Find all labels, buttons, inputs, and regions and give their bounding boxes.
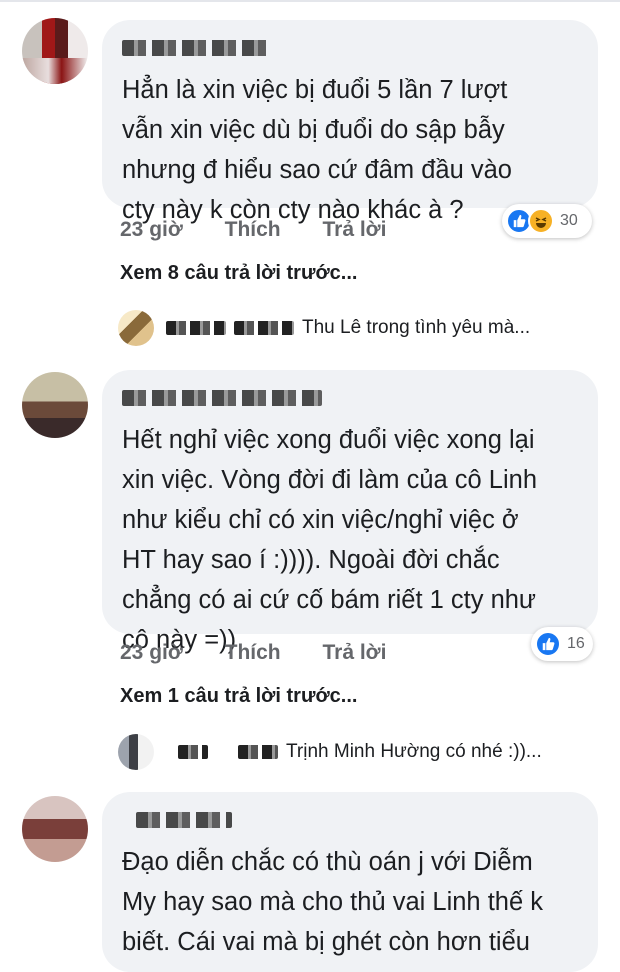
reply-preview[interactable]: Trịnh Minh Hường có nhé :))... bbox=[118, 734, 542, 770]
reaction-count: 30 bbox=[560, 212, 578, 229]
reaction-summary[interactable]: 30 bbox=[502, 204, 592, 238]
reply-preview-text: Trịnh Minh Hường có nhé :))... bbox=[286, 741, 542, 762]
reply-button[interactable]: Trả lời bbox=[322, 218, 386, 241]
haha-icon bbox=[528, 208, 554, 234]
like-button[interactable]: Thích bbox=[225, 218, 281, 241]
reaction-summary[interactable]: 16 bbox=[531, 627, 593, 661]
reply-preview-text: Thu Lê trong tình yêu mà... bbox=[302, 317, 531, 338]
comment-time[interactable]: 23 giờ bbox=[120, 641, 183, 664]
replier-name-blurred[interactable] bbox=[166, 321, 226, 335]
comment-text: Đạo diễn chắc có thù oán j với Diễm My h… bbox=[122, 848, 543, 956]
view-previous-replies[interactable]: Xem 1 câu trả lời trước... bbox=[120, 685, 357, 708]
commenter-name-blurred[interactable] bbox=[122, 390, 322, 406]
commenter-avatar[interactable] bbox=[22, 18, 88, 84]
like-icon bbox=[535, 631, 561, 657]
view-previous-replies[interactable]: Xem 8 câu trả lời trước... bbox=[120, 262, 357, 285]
replier-name-blurred bbox=[234, 321, 294, 335]
commenter-name-blurred[interactable] bbox=[122, 40, 270, 56]
like-button[interactable]: Thích bbox=[225, 641, 281, 664]
replier-avatar[interactable] bbox=[118, 734, 154, 770]
reply-button[interactable]: Trả lời bbox=[322, 641, 386, 664]
replier-name-blurred bbox=[238, 745, 278, 759]
reaction-count: 16 bbox=[567, 635, 585, 652]
top-divider bbox=[0, 0, 620, 2]
comment-actions: 23 giờ Thích Trả lời bbox=[120, 641, 422, 665]
commenter-avatar[interactable] bbox=[22, 372, 88, 438]
replier-avatar[interactable] bbox=[118, 310, 154, 346]
comment-bubble: Hết nghỉ việc xong đuổi việc xong lại xi… bbox=[102, 370, 598, 654]
reply-preview[interactable]: Thu Lê trong tình yêu mà... bbox=[118, 310, 530, 346]
replier-name-blurred[interactable] bbox=[178, 745, 208, 759]
commenter-name-blurred[interactable] bbox=[136, 812, 232, 828]
comment-text: Hết nghỉ việc xong đuổi việc xong lại xi… bbox=[122, 426, 538, 654]
comment-actions: 23 giờ Thích Trả lời bbox=[120, 218, 422, 242]
comment-bubble: Hẳn là xin việc bị đuổi 5 lần 7 lượt vẫn… bbox=[102, 20, 598, 224]
comment-time[interactable]: 23 giờ bbox=[120, 218, 183, 241]
commenter-avatar[interactable] bbox=[22, 796, 88, 862]
comment-bubble: Đạo diễn chắc có thù oán j với Diễm My h… bbox=[102, 792, 598, 972]
